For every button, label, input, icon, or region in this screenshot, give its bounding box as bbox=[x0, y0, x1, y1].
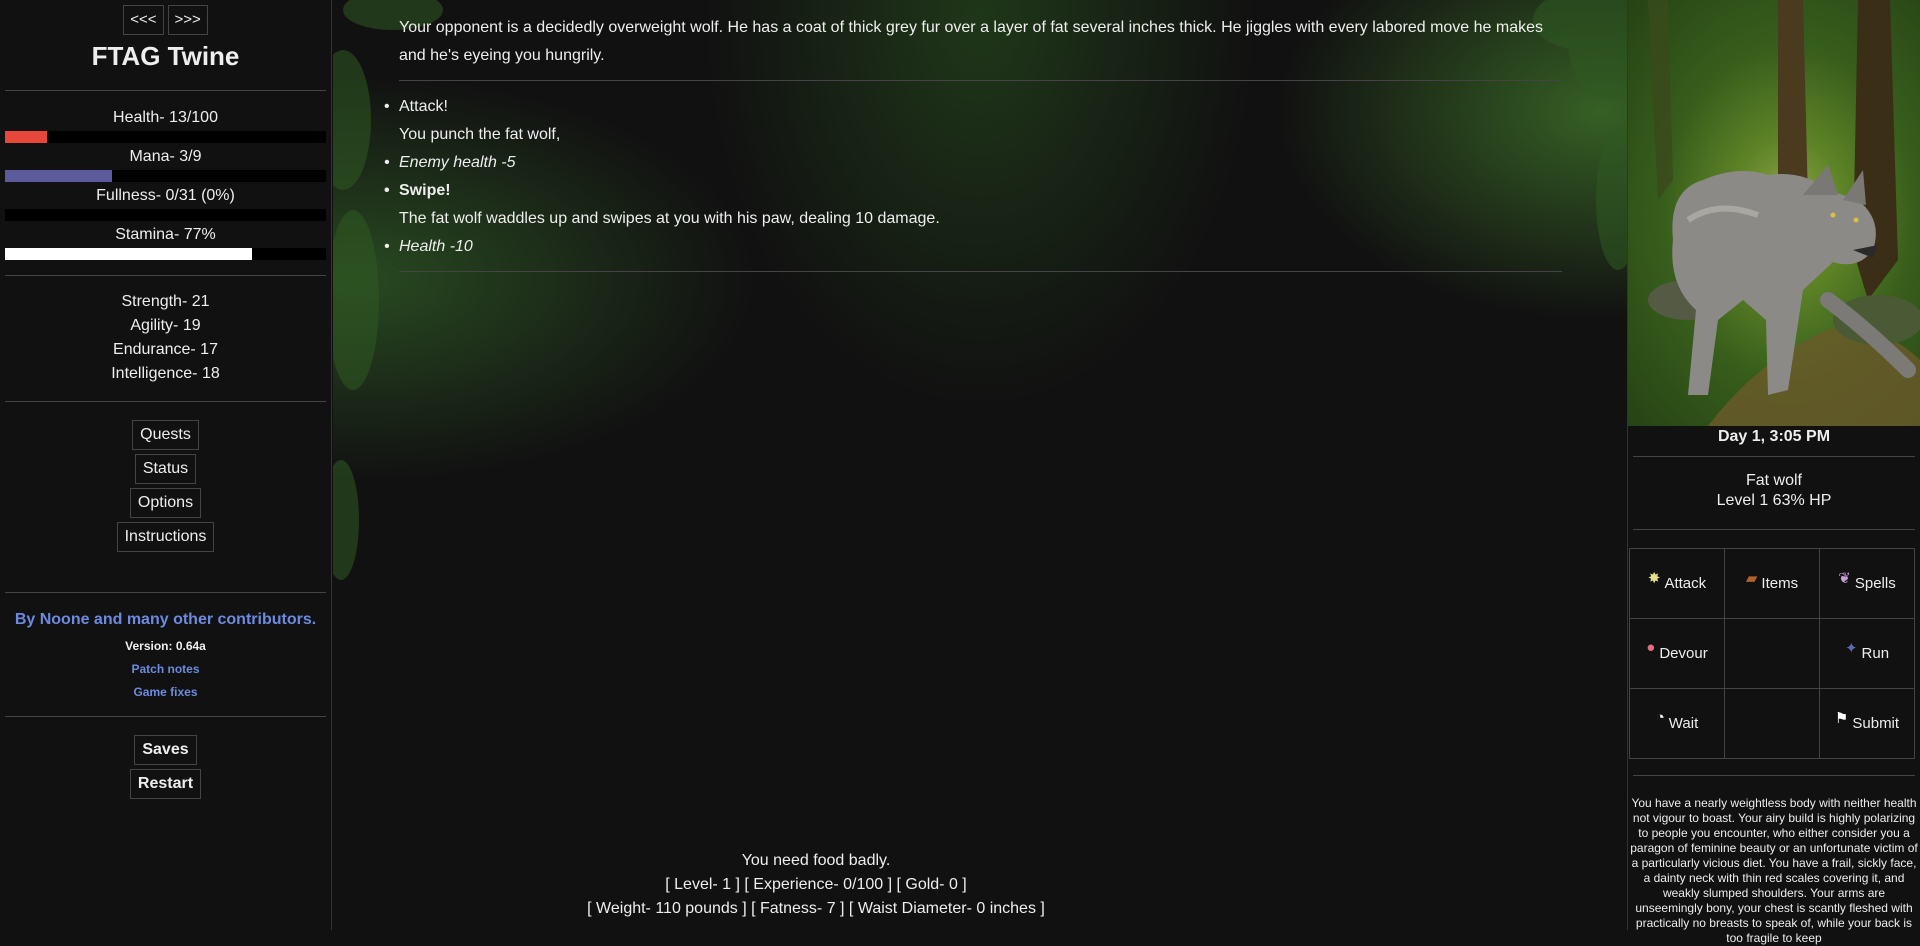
health-bar-fill bbox=[5, 131, 47, 143]
game-fixes-link[interactable]: Game fixes bbox=[0, 685, 331, 699]
mana-bar-fill bbox=[5, 170, 112, 182]
story-passage: Your opponent is a decidedly overweight … bbox=[399, 14, 1562, 284]
spells-button[interactable]: ❦ Spells bbox=[1820, 549, 1915, 619]
history-back-button[interactable]: <<< bbox=[123, 5, 164, 35]
player-action: Attack! bbox=[399, 93, 1562, 121]
white-flag-icon: ⚑ bbox=[1834, 709, 1849, 727]
items-label: Items bbox=[1761, 575, 1799, 592]
enemy-portrait bbox=[1628, 0, 1920, 426]
enemy-health-change: Enemy health -5 bbox=[399, 149, 1562, 177]
spellbook-icon: ❦ bbox=[1838, 569, 1851, 587]
divider bbox=[399, 271, 1562, 272]
stamina-bar bbox=[5, 248, 326, 260]
opponent-description: Your opponent is a decidedly overweight … bbox=[399, 19, 1543, 64]
instructions-button[interactable]: Instructions bbox=[116, 522, 215, 552]
endurance-stat: Endurance- 17 bbox=[113, 341, 218, 358]
game-time: Day 1, 3:05 PM bbox=[1717, 428, 1831, 445]
agility-stat: Agility- 19 bbox=[130, 317, 201, 334]
patch-notes-link[interactable]: Patch notes bbox=[0, 662, 331, 676]
treasure-chest-icon: ▰ bbox=[1745, 569, 1758, 587]
status-button[interactable]: Status bbox=[134, 454, 197, 484]
fullness-bar bbox=[5, 209, 326, 221]
submit-label: Submit bbox=[1852, 715, 1900, 732]
divider bbox=[1633, 529, 1915, 530]
sidebar: <<< >>> FTAG Twine Health- 13/100 Mana- … bbox=[0, 0, 332, 930]
devour-button[interactable]: ● Devour bbox=[1630, 619, 1725, 689]
running-figure-icon: ✦ bbox=[1844, 639, 1858, 657]
mouth-icon: ● bbox=[1646, 639, 1656, 656]
run-label: Run bbox=[1861, 645, 1890, 662]
mana-label: Mana- 3/9 bbox=[129, 148, 202, 165]
version-text: Version: 0.64a bbox=[125, 639, 206, 653]
body-line: [ Weight- 110 pounds ] [ Fatness- 7 ] [ … bbox=[587, 900, 1045, 917]
attack-sparkle-icon: ✸ bbox=[1647, 569, 1661, 587]
stamina-label: Stamina- 77% bbox=[115, 226, 216, 243]
wait-label: Wait bbox=[1668, 715, 1699, 732]
run-button[interactable]: ✦ Run bbox=[1820, 619, 1915, 689]
mana-bar bbox=[5, 170, 326, 182]
credits-text: By Noone and many other contributors. bbox=[14, 611, 317, 628]
divider bbox=[1633, 775, 1915, 776]
health-bar bbox=[5, 131, 326, 143]
player-action-text: You punch the fat wolf, bbox=[399, 126, 561, 143]
enemy-status: Level 1 63% HP bbox=[1716, 492, 1832, 509]
story-title: FTAG Twine bbox=[91, 41, 240, 71]
attack-button[interactable]: ✸ Attack bbox=[1630, 549, 1725, 619]
enemy-action: Swipe! bbox=[399, 177, 1562, 205]
fullness-label: Fullness- 0/31 (0%) bbox=[96, 187, 235, 204]
level-line: [ Level- 1 ] [ Experience- 0/100 ] [ Gol… bbox=[665, 876, 967, 893]
empty-action-slot bbox=[1725, 689, 1820, 759]
submit-button[interactable]: ⚑ Submit bbox=[1820, 689, 1915, 759]
battle-log: Attack! You punch the fat wolf, Enemy he… bbox=[399, 93, 1562, 261]
saves-button[interactable]: Saves bbox=[134, 735, 197, 765]
enemy-name: Fat wolf bbox=[1745, 472, 1802, 489]
enemy-action-text: The fat wolf waddles up and swipes at yo… bbox=[399, 210, 940, 227]
combat-actions: ✸ Attack ▰ Items ❦ Spells ● Devour ✦ Run… bbox=[1629, 548, 1915, 759]
status-footer: You need food badly. [ Level- 1 ] [ Expe… bbox=[333, 849, 1299, 921]
restart-button[interactable]: Restart bbox=[129, 769, 202, 799]
clock-icon: ◔ bbox=[1655, 709, 1665, 726]
attack-label: Attack bbox=[1664, 575, 1707, 592]
empty-action-slot bbox=[1725, 619, 1820, 689]
player-health-change: Health -10 bbox=[399, 233, 1562, 261]
health-label: Health- 13/100 bbox=[113, 109, 218, 126]
wait-button[interactable]: ◔ Wait bbox=[1630, 689, 1725, 759]
intelligence-stat: Intelligence- 18 bbox=[111, 365, 220, 382]
history-forward-button[interactable]: >>> bbox=[167, 5, 208, 35]
options-button[interactable]: Options bbox=[129, 488, 202, 518]
player-body-description: You have a nearly weightless body with n… bbox=[1630, 796, 1918, 945]
divider bbox=[399, 80, 1562, 81]
history-controls: <<< >>> bbox=[0, 0, 331, 35]
spells-label: Spells bbox=[1854, 575, 1896, 592]
right-panel: Day 1, 3:05 PM Fat wolf Level 1 63% HP ✸… bbox=[1627, 0, 1920, 945]
hunger-message: You need food badly. bbox=[741, 852, 891, 869]
quests-button[interactable]: Quests bbox=[132, 420, 199, 450]
stamina-bar-fill bbox=[5, 248, 253, 260]
strength-stat: Strength- 21 bbox=[121, 293, 210, 310]
items-button[interactable]: ▰ Items bbox=[1725, 549, 1820, 619]
divider bbox=[1633, 456, 1915, 457]
devour-label: Devour bbox=[1659, 645, 1708, 662]
